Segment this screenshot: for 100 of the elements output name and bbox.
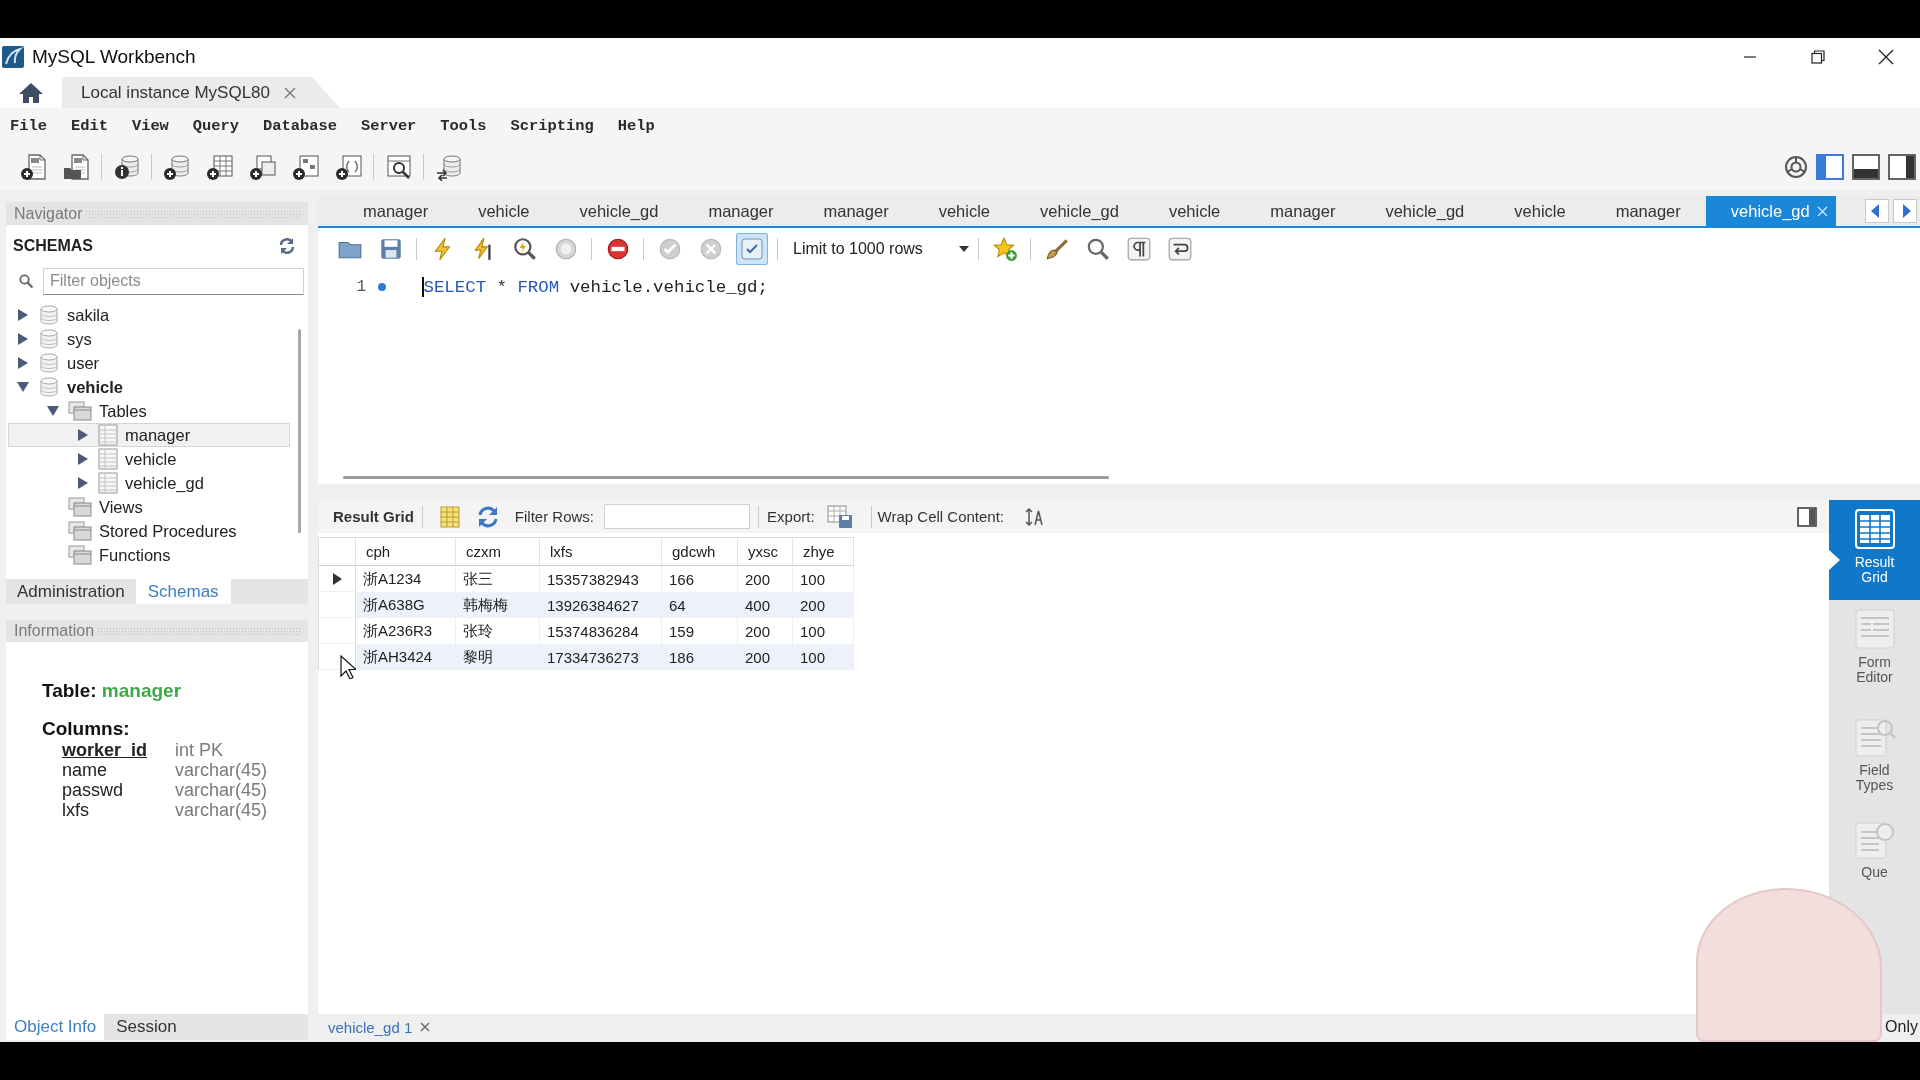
wrap-text-icon[interactable]: [1025, 506, 1044, 527]
tree-item[interactable]: user: [8, 351, 290, 375]
menu-item[interactable]: Database: [263, 116, 337, 135]
menu-item[interactable]: Edit: [70, 116, 108, 135]
filter-field[interactable]: Filter objects: [43, 267, 304, 295]
column-header[interactable]: zhye: [793, 538, 854, 566]
side-view-button[interactable]: Result Grid: [1829, 500, 1920, 600]
tree-item[interactable]: Tables: [8, 399, 290, 423]
filter-rows-field[interactable]: [604, 504, 751, 529]
pilcrow-icon[interactable]: [1125, 236, 1152, 262]
tree-item[interactable]: vehicle: [8, 447, 290, 471]
sql-editor[interactable]: 1 SELECT * FROM vehicle.vehicle_gd;: [318, 270, 1920, 470]
menu-item[interactable]: Server: [360, 116, 417, 135]
column-header[interactable]: czxm: [456, 538, 540, 566]
scrollbar-thumb[interactable]: [343, 475, 1109, 479]
triangle-right-icon[interactable]: [77, 452, 89, 466]
windows-plus-icon[interactable]: [248, 152, 277, 181]
menu-item[interactable]: Tools: [440, 116, 487, 135]
sidebar-right-icon[interactable]: [1888, 153, 1916, 180]
query-tab[interactable]: vehicle_gd: [1360, 196, 1490, 226]
table-cell: 浙A638G: [356, 592, 456, 618]
caret-icon: [959, 246, 969, 252]
query-tab[interactable]: vehicle: [453, 196, 555, 226]
tree-item[interactable]: manager: [8, 423, 290, 447]
column-header[interactable]: yxsc: [738, 538, 793, 566]
brush-icon[interactable]: [1043, 236, 1070, 262]
page-plus-icon[interactable]: [334, 152, 363, 181]
code-token: FROM: [517, 277, 560, 297]
panel-right-icon[interactable]: [1797, 506, 1817, 527]
query-tab[interactable]: vehicle: [1143, 196, 1246, 226]
row-pointer-icon: [332, 572, 342, 585]
triangle-down-icon[interactable]: [16, 381, 30, 393]
row-header[interactable]: [319, 566, 356, 592]
menu-item[interactable]: Scripting: [510, 116, 594, 135]
arrow-right-icon[interactable]: [1893, 199, 1917, 223]
result-grid[interactable]: cph czxm lxfs gdcwh yxsc zhye 浙A1234 张三 15357382943 166 200 100 浙A638G 韩梅梅 13926384627 64 400 200 浙A236R3 张玲 15374836284 159 200 100 浙AH3424 黎明 17334736273 186 200 100: [318, 533, 1829, 1014]
star-plus-icon[interactable]: [991, 236, 1018, 262]
menu-item[interactable]: View: [131, 116, 169, 135]
triangle-right-icon[interactable]: [77, 476, 89, 490]
document-folder-icon[interactable]: [62, 152, 91, 181]
database-plus-icon[interactable]: [162, 152, 191, 181]
menu-item[interactable]: File: [10, 116, 47, 135]
column-header[interactable]: gdcwh: [662, 538, 738, 566]
diagram-plus-icon[interactable]: [291, 152, 320, 181]
query-tab[interactable]: manager: [338, 196, 454, 226]
tree-item[interactable]: vehicle: [8, 375, 290, 399]
table-save-icon[interactable]: [826, 504, 853, 529]
tree-item[interactable]: vehicle_gd: [8, 471, 290, 495]
query-tab[interactable]: manager: [683, 196, 799, 226]
menu-item[interactable]: Query: [192, 116, 240, 135]
wrap-icon[interactable]: [1166, 236, 1193, 262]
query-tab[interactable]: vehicle: [1489, 196, 1591, 226]
query-tab[interactable]: vehicle_gd: [1015, 196, 1144, 226]
autocommit-toggle[interactable]: [735, 233, 768, 265]
tree-item[interactable]: sys: [8, 327, 290, 351]
tree-item[interactable]: sakila: [8, 303, 290, 327]
query-tab[interactable]: vehicle_gd: [1705, 196, 1836, 226]
connection-tab[interactable]: Local instance MySQL80: [62, 77, 340, 108]
export-label: Export:: [767, 508, 815, 525]
side-view-button[interactable]: Field Types: [1829, 708, 1920, 812]
panel-tab[interactable]: Object Info: [6, 1014, 105, 1040]
triangle-down-icon[interactable]: [46, 405, 60, 417]
tree-item[interactable]: Stored Procedures: [8, 519, 290, 543]
table-cell: 浙AH3424: [356, 644, 456, 670]
triangle-right-icon[interactable]: [17, 308, 29, 322]
tree-item[interactable]: Views: [8, 495, 290, 519]
scrollbar-thumb[interactable]: [297, 329, 301, 533]
home-icon[interactable]: [18, 81, 44, 104]
arrow-left-icon[interactable]: [1865, 199, 1889, 223]
triangle-right-icon[interactable]: [77, 428, 89, 442]
panel-bottom-icon[interactable]: [1852, 153, 1880, 180]
sidebar-left-icon[interactable]: [1816, 153, 1844, 180]
table-search-icon[interactable]: [384, 152, 413, 181]
table-plus-icon[interactable]: [205, 152, 234, 181]
column-header[interactable]: lxfs: [540, 538, 662, 566]
tree-item[interactable]: Functions: [8, 543, 290, 567]
side-view-button[interactable]: Que: [1829, 812, 1920, 880]
triangle-right-icon[interactable]: [17, 332, 29, 346]
side-view-button[interactable]: Form Editor: [1829, 600, 1920, 708]
result-tab[interactable]: vehicle_gd 1: [328, 1018, 431, 1036]
query-tab[interactable]: manager: [1590, 196, 1706, 226]
settings-icon[interactable]: [1784, 154, 1808, 179]
database-arrows-icon[interactable]: [434, 152, 463, 181]
database-info-icon[interactable]: [112, 152, 141, 181]
query-tab[interactable]: vehicle_gd: [554, 196, 684, 226]
document-plus-icon[interactable]: [19, 152, 48, 181]
query-tab[interactable]: manager: [798, 196, 914, 226]
database-icon: [38, 328, 60, 350]
triangle-right-icon[interactable]: [17, 356, 29, 370]
menu-item[interactable]: Help: [617, 116, 655, 135]
refresh-icon[interactable]: [278, 238, 296, 254]
search-lightning-icon[interactable]: [511, 236, 538, 262]
query-tab[interactable]: vehicle: [913, 196, 1015, 226]
column-header[interactable]: cph: [356, 538, 456, 566]
close-icon[interactable]: [1878, 48, 1894, 65]
restore-icon[interactable]: [1811, 49, 1825, 64]
object-title: Table: manager: [42, 680, 182, 702]
panel-tab[interactable]: Schemas: [135, 579, 231, 604]
database-icon: [38, 352, 60, 374]
query-tab[interactable]: manager: [1245, 196, 1361, 226]
